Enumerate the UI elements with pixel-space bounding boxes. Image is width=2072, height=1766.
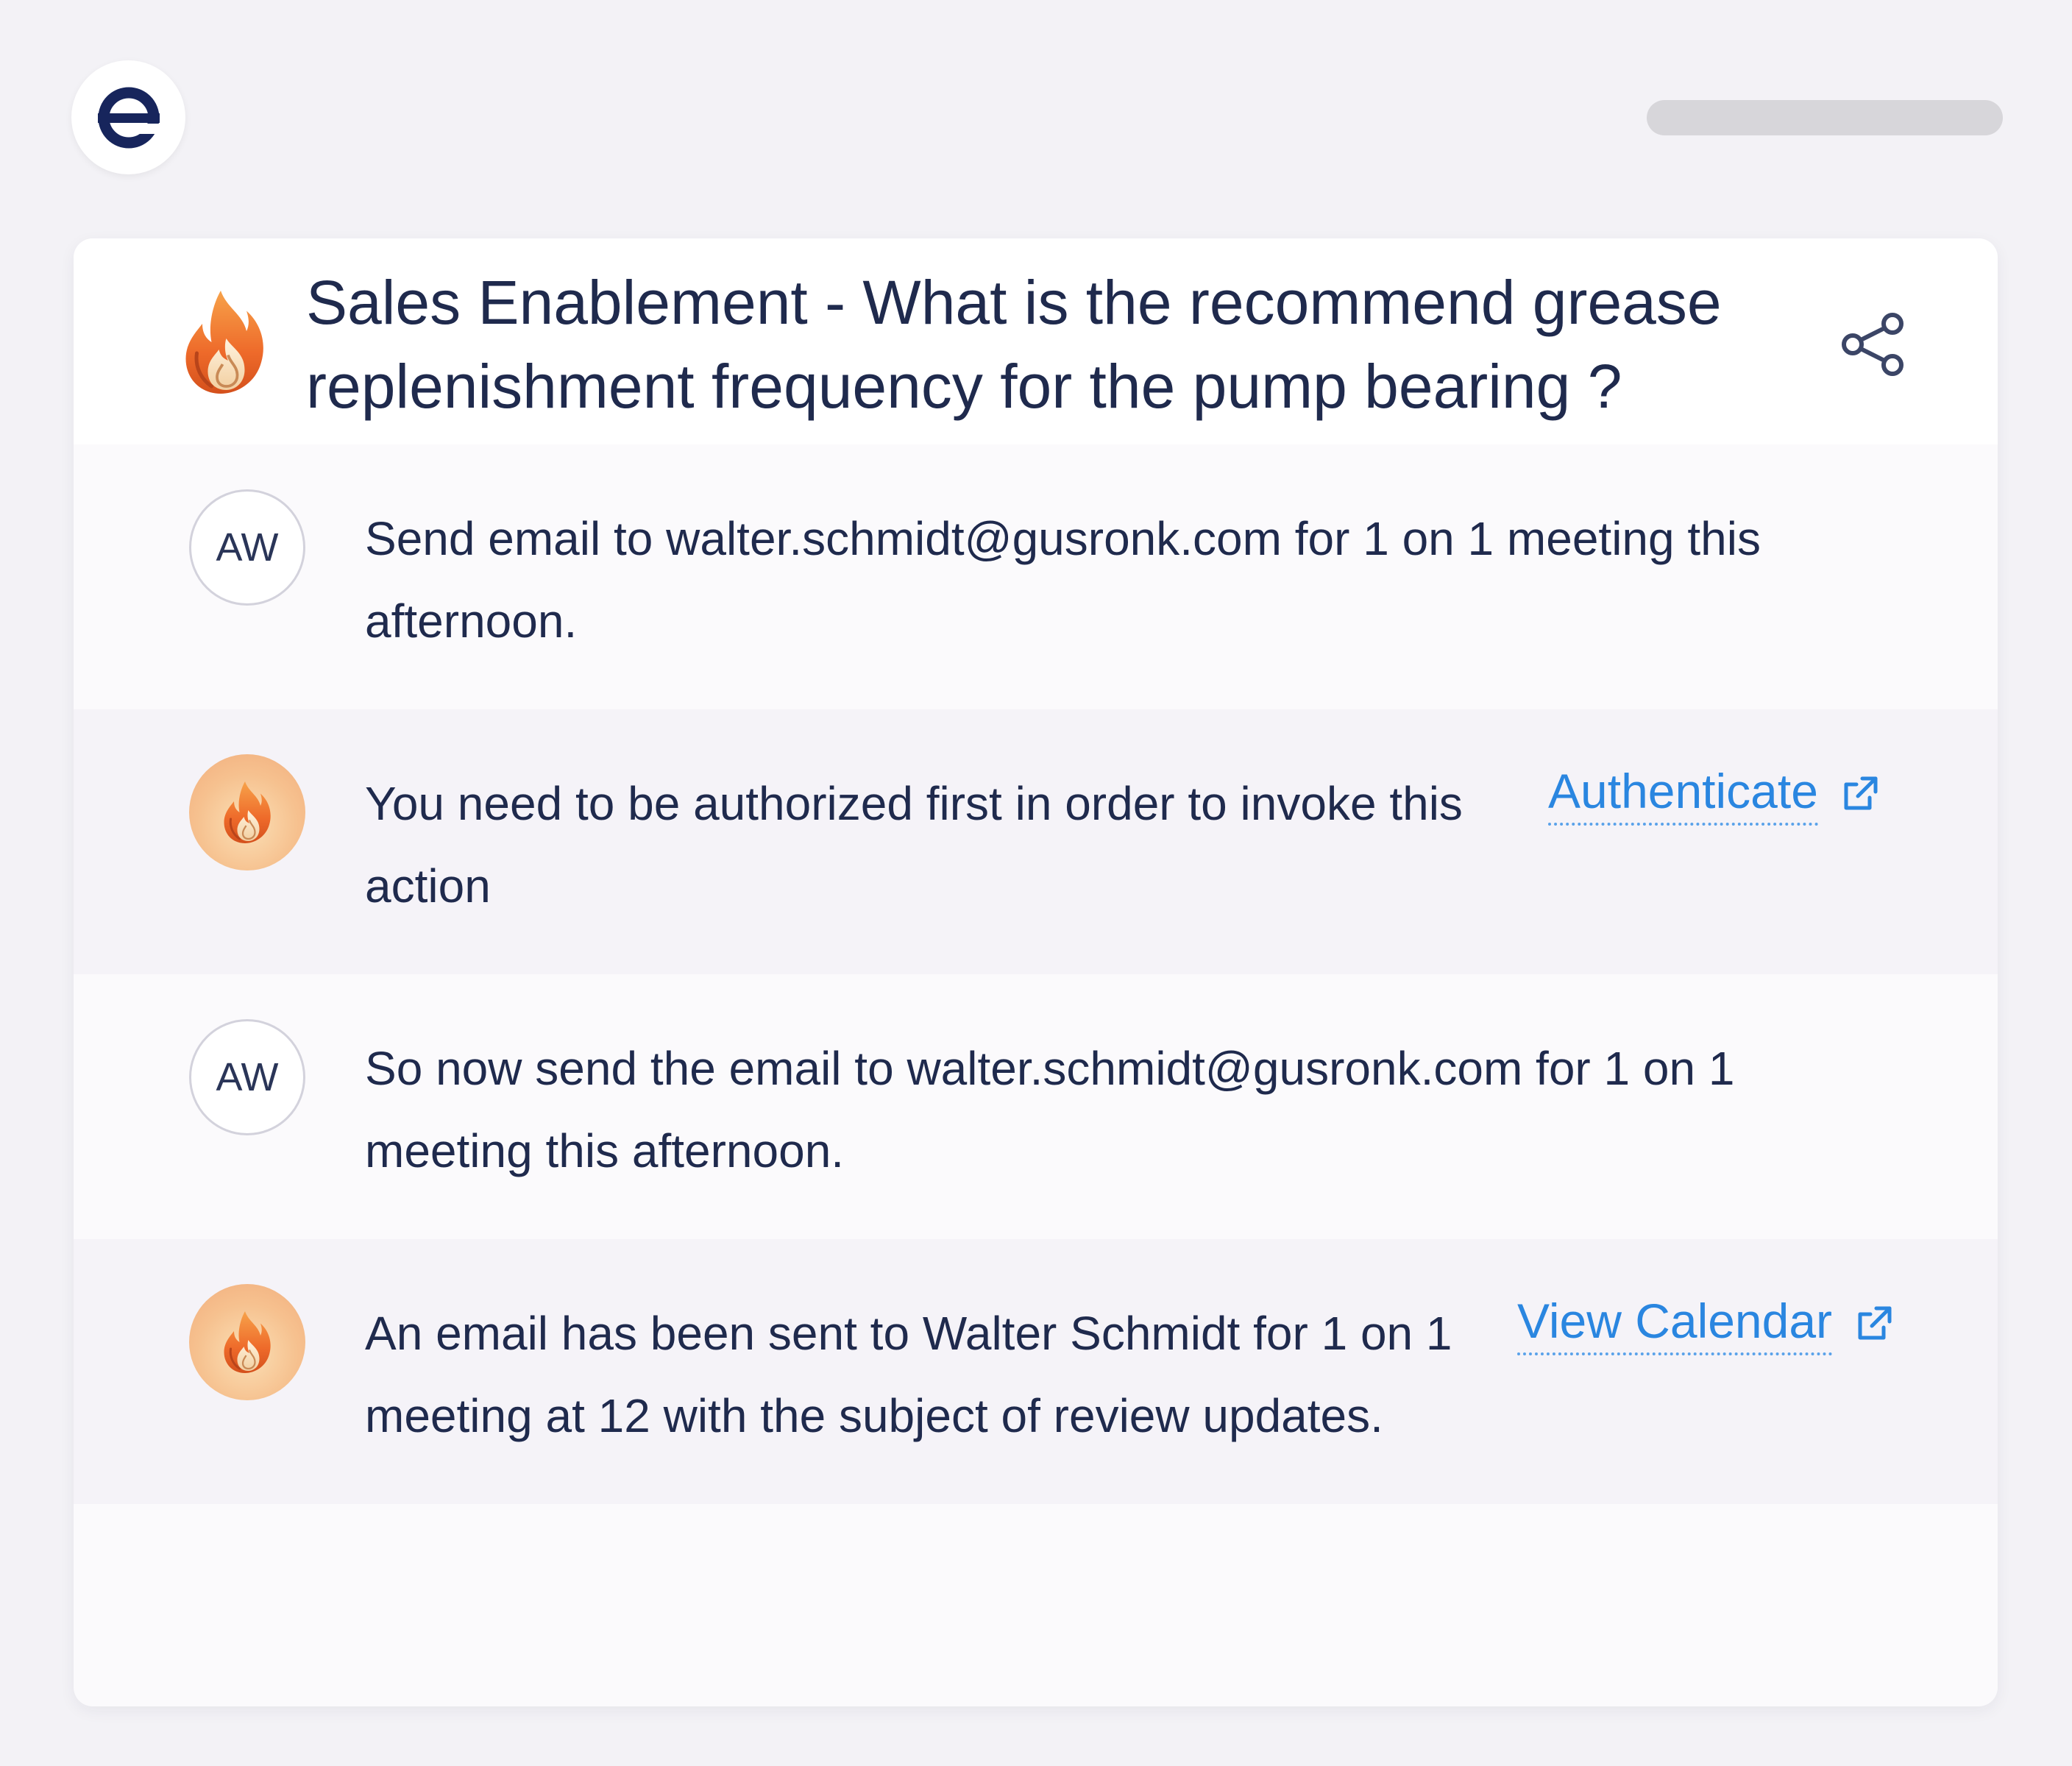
external-link-icon[interactable] (1854, 1304, 1894, 1344)
message-assistant: You need to be authorized first in order… (74, 709, 1998, 974)
assistant-avatar (189, 754, 305, 870)
message-user: AW So now send the email to walter.schmi… (74, 974, 1998, 1239)
chat-title: Sales Enablement - What is the recommend… (306, 268, 1722, 421)
message-text: An email has been sent to Walter Schmidt… (365, 1307, 1452, 1442)
external-link-icon[interactable] (1840, 774, 1880, 814)
view-calendar-link[interactable]: View Calendar (1517, 1292, 1894, 1355)
message-assistant: An email has been sent to Walter Schmidt… (74, 1239, 1998, 1504)
authenticate-link[interactable]: Authenticate (1548, 762, 1880, 826)
flame-icon (177, 287, 272, 397)
authenticate-link-label[interactable]: Authenticate (1548, 762, 1818, 826)
app-logo[interactable] (71, 60, 185, 174)
message-text: You need to be authorized first in order… (365, 777, 1463, 912)
brand-e-logo-icon (97, 87, 161, 148)
message-text: So now send the email to walter.schmidt@… (365, 1042, 1735, 1177)
user-avatar: AW (189, 1019, 305, 1135)
top-bar-placeholder (1647, 100, 2003, 135)
assistant-avatar (189, 1284, 305, 1400)
message-user: AW Send email to walter.schmidt@gusronk.… (74, 444, 1998, 709)
flame-icon (219, 1309, 275, 1375)
view-calendar-link-label[interactable]: View Calendar (1517, 1292, 1833, 1355)
share-icon[interactable] (1839, 311, 1907, 378)
message-text: Send email to walter.schmidt@gusronk.com… (365, 512, 1761, 648)
chat-header: Sales Enablement - What is the recommend… (74, 238, 1998, 444)
flame-icon (219, 779, 275, 845)
user-avatar: AW (189, 489, 305, 606)
chat-card: Sales Enablement - What is the recommend… (74, 238, 1998, 1706)
